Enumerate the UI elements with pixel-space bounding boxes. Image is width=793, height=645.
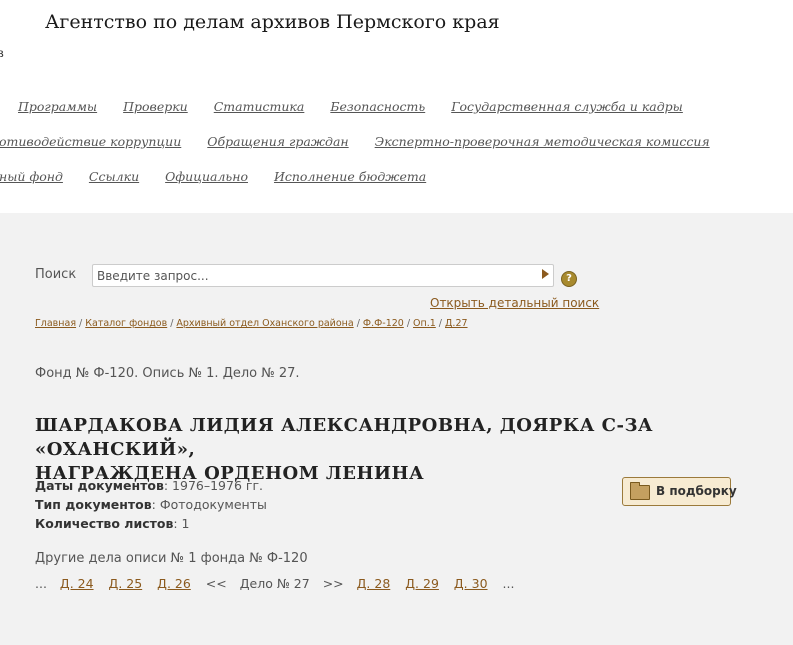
breadcrumb-separator: / [170,318,174,329]
help-icon[interactable]: ? [561,271,577,287]
other-cases-heading: Другие дела описи № 1 фонда № Ф-120 [35,551,308,566]
breadcrumb-separator: / [406,318,411,329]
nav-row-3: ный фонд Ссылки Официально Исполнение бюдже… [0,169,452,184]
meta-dates-value: 1976–1976 гг. [172,478,264,493]
nav-link-security[interactable]: Безопасность [330,99,425,114]
search-label: Поиск [35,267,77,282]
meta-type: Тип документов: Фотодокументы [35,497,267,512]
site-title: Агентство по делам архивов Пермского кра… [45,11,500,33]
pager-link-29[interactable]: Д. 29 [405,576,439,591]
pager-ellipsis-end: ... [502,576,515,591]
nav-link-citizen-appeals[interactable]: Обращения граждан [207,134,348,149]
nav-link-archive-fund[interactable]: ный фонд [0,169,63,184]
page-title-line-1: ШАРДАКОВА ЛИДИЯ АЛЕКСАНДРОВНА, ДОЯРКА С-… [35,415,654,460]
nav-link-civil-service[interactable]: Государственная служба и кадры [451,99,683,114]
nav-row-1: Программы Проверки Статистика Безопасность Г… [18,99,709,114]
nav-link-statistics[interactable]: Статистика [214,99,305,114]
breadcrumb-separator: / [438,318,442,329]
search-submit-arrow-icon[interactable] [542,269,549,279]
meta-dates-label: Даты документов [35,478,164,493]
breadcrumb-separator: / [79,318,83,329]
pager-link-24[interactable]: Д. 24 [60,576,94,591]
pager-link-30[interactable]: Д. 30 [454,576,488,591]
breadcrumb-archive-department[interactable]: Архивный отдел Оханского района [176,318,353,329]
meta-sheets-label: Количество листов [35,516,174,531]
nav-link-expert-commission[interactable]: Экспертно-проверочная методическая комис… [375,134,710,149]
pager-current-case: Дело № 27 [239,576,310,591]
breadcrumb: Главная / Каталог фондов / Архивный отдел Ох… [35,318,468,329]
folder-icon [630,482,650,500]
breadcrumb-fund-catalog[interactable]: Каталог фондов [85,318,167,329]
nav-link-official[interactable]: Официально [165,169,248,184]
advanced-search-link[interactable]: Открыть детальный поиск [430,296,599,310]
search-input[interactable] [93,266,517,286]
meta-type-label: Тип документов [35,497,152,512]
case-pager: ... Д. 24 Д. 25 Д. 26 << Дело № 27 >> Д. 28 Д. 2… [35,576,527,591]
add-to-selection-button[interactable]: В подборку [622,477,737,506]
page-title: ШАРДАКОВА ЛИДИЯ АЛЕКСАНДРОВНА, ДОЯРКА С-… [35,414,735,486]
pager-next-arrow: >> [322,576,344,591]
pager-link-26[interactable]: Д. 26 [157,576,191,591]
nav-link-anticorruption[interactable]: отиводействие коррупции [0,134,181,149]
nav-row-2: отиводействие коррупции Обращения граждан… [0,134,736,149]
meta-type-value: Фотодокументы [159,497,267,512]
nav-link-links[interactable]: Ссылки [89,169,139,184]
meta-dates: Даты документов: 1976–1976 гг. [35,478,264,493]
truncated-text-fragment: в [0,46,4,60]
pager-link-25[interactable]: Д. 25 [109,576,143,591]
pager-prev-arrow: << [205,576,227,591]
breadcrumb-home[interactable]: Главная [35,318,76,329]
nav-link-programs[interactable]: Программы [18,99,97,114]
meta-sheets: Количество листов: 1 [35,516,190,531]
nav-link-budget[interactable]: Исполнение бюджета [274,169,426,184]
site-header: Агентство по делам архивов Пермского кра… [0,0,793,213]
add-to-selection-label: В подборку [656,484,737,498]
fund-inventory-case-line: Фонд № Ф-120. Опись № 1. Дело № 27. [35,366,300,381]
meta-sheets-value: 1 [181,516,190,531]
breadcrumb-case[interactable]: Д.27 [445,318,468,329]
nav-link-inspections[interactable]: Проверки [123,99,188,114]
breadcrumb-fund[interactable]: Ф.Ф-120 [363,318,404,329]
pager-ellipsis-start: ... [35,576,47,591]
breadcrumb-inventory[interactable]: Оп.1 [413,318,436,329]
breadcrumb-separator: / [356,318,360,329]
pager-link-28[interactable]: Д. 28 [357,576,391,591]
search-box [92,264,554,287]
